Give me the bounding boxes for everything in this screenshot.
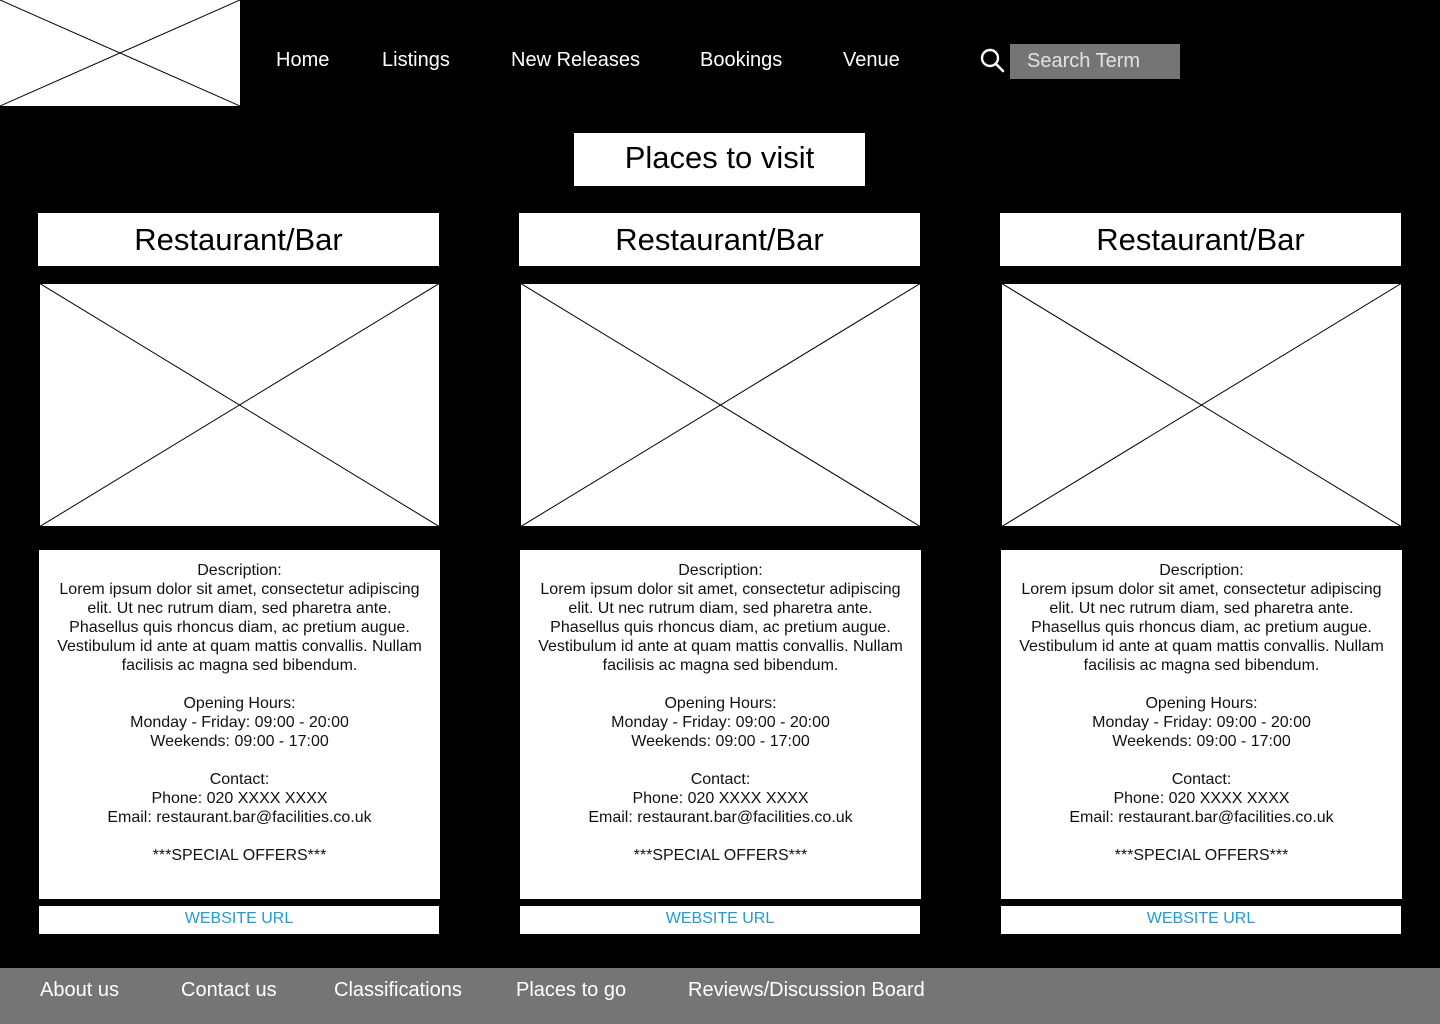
search-icon[interactable] — [979, 47, 1005, 73]
nav-listings[interactable]: Listings — [382, 48, 450, 72]
contact-label: Contact: — [1171, 771, 1232, 788]
description-label: Description: — [678, 562, 763, 579]
website-url-link[interactable]: WEBSITE URL — [520, 906, 920, 934]
contact-phone: Phone: 020 XXXX XXXX — [151, 790, 328, 807]
contact-email: Email: restaurant.bar@facilities.co.uk — [1069, 809, 1334, 826]
card-image-placeholder — [39, 283, 440, 527]
contact-phone: Phone: 020 XXXX XXXX — [1113, 790, 1290, 807]
search-input[interactable] — [1010, 44, 1180, 79]
weekend-hours: Weekends: 09:00 - 17:00 — [150, 733, 329, 750]
contact-email: Email: restaurant.bar@facilities.co.uk — [107, 809, 372, 826]
website-url-link[interactable]: WEBSITE URL — [39, 906, 439, 934]
card-title: Restaurant/Bar — [519, 213, 920, 266]
nav-new-releases[interactable]: New Releases — [511, 48, 640, 72]
image-placeholder-icon — [520, 283, 921, 527]
weekend-hours: Weekends: 09:00 - 17:00 — [631, 733, 810, 750]
image-placeholder-icon — [0, 0, 240, 106]
contact-label: Contact: — [690, 771, 751, 788]
image-placeholder-icon — [1001, 283, 1402, 527]
footer: About us Contact us Classifications Plac… — [0, 968, 1440, 1024]
opening-hours-label: Opening Hours: — [664, 695, 777, 712]
description-text: Lorem ipsum dolor sit amet, consectetur … — [1019, 581, 1384, 674]
nav-home[interactable]: Home — [276, 48, 329, 72]
card-image-placeholder — [1001, 283, 1402, 527]
logo-placeholder[interactable] — [0, 0, 240, 106]
contact-phone: Phone: 020 XXXX XXXX — [632, 790, 809, 807]
card-image-placeholder — [520, 283, 921, 527]
weekday-hours: Monday - Friday: 09:00 - 20:00 — [130, 714, 349, 731]
description-text: Lorem ipsum dolor sit amet, consectetur … — [538, 581, 903, 674]
description-label: Description: — [1159, 562, 1244, 579]
card-title: Restaurant/Bar — [38, 213, 439, 266]
footer-contact-us[interactable]: Contact us — [181, 978, 277, 1002]
nav-bookings[interactable]: Bookings — [700, 48, 782, 72]
description-label: Description: — [197, 562, 282, 579]
page-title: Places to visit — [574, 133, 865, 186]
image-placeholder-icon — [39, 283, 440, 527]
contact-email: Email: restaurant.bar@facilities.co.uk — [588, 809, 853, 826]
footer-about-us[interactable]: About us — [40, 978, 119, 1002]
weekday-hours: Monday - Friday: 09:00 - 20:00 — [1092, 714, 1311, 731]
footer-reviews-board[interactable]: Reviews/Discussion Board — [688, 978, 925, 1002]
contact-label: Contact: — [209, 771, 270, 788]
special-offers: ***SPECIAL OFFERS*** — [633, 847, 808, 864]
card-description-panel: Description: Lorem ipsum dolor sit amet,… — [39, 550, 440, 899]
card-title: Restaurant/Bar — [1000, 213, 1401, 266]
weekday-hours: Monday - Friday: 09:00 - 20:00 — [611, 714, 830, 731]
opening-hours-label: Opening Hours: — [1145, 695, 1258, 712]
special-offers: ***SPECIAL OFFERS*** — [1114, 847, 1289, 864]
special-offers: ***SPECIAL OFFERS*** — [152, 847, 327, 864]
footer-places-to-go[interactable]: Places to go — [516, 978, 626, 1002]
nav-venue[interactable]: Venue — [843, 48, 900, 72]
website-url-link[interactable]: WEBSITE URL — [1001, 906, 1401, 934]
opening-hours-label: Opening Hours: — [183, 695, 296, 712]
footer-classifications[interactable]: Classifications — [334, 978, 462, 1002]
weekend-hours: Weekends: 09:00 - 17:00 — [1112, 733, 1291, 750]
card-description-panel: Description: Lorem ipsum dolor sit amet,… — [1001, 550, 1402, 899]
description-text: Lorem ipsum dolor sit amet, consectetur … — [57, 581, 422, 674]
card-description-panel: Description: Lorem ipsum dolor sit amet,… — [520, 550, 921, 899]
